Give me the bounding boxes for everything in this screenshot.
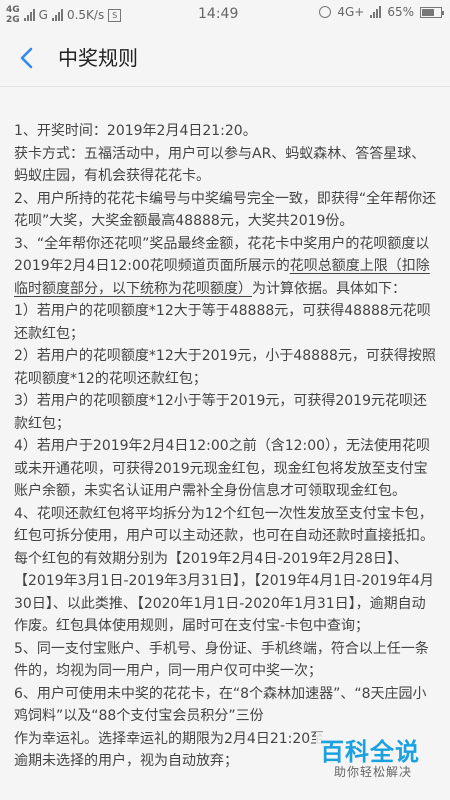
back-button[interactable] (14, 44, 42, 72)
media-icon: S (108, 8, 122, 22)
rule-paragraph: 2）若用户的花呗额度*12大于2019元，小于48888元，可获得按照花呗额度*… (14, 348, 436, 387)
signal-strength-icon-3 (370, 6, 382, 18)
battery-fill (422, 8, 434, 16)
status-bar: 4G 2G G 0.5K/s S 14:49 4G+ 65% (0, 0, 450, 30)
watermark-sub-text: 助你轻松解决 (334, 765, 413, 779)
watermark-main-text: 百科全说 (320, 738, 420, 766)
carrier-icon: G (38, 8, 48, 22)
rules-text: 1、开奖时间：2019年2月4日21:20。 获卡方式：五福活动中，用户可以参与… (14, 120, 438, 773)
battery-percent: 65% (387, 5, 414, 19)
status-time: 14:49 (198, 6, 239, 22)
watermark-logo: 百科全说 助你轻松解决 (316, 732, 444, 784)
rule-text: 为计算依据。具体如下： (252, 280, 406, 297)
rule-paragraph: 获卡方式：五福活动中，用户可以参与AR、蚂蚁森林、答答星球、蚂蚁庄园，有机会获得… (14, 145, 426, 185)
network-speed: 0.5K/s (66, 8, 105, 22)
signal-strength-icon (23, 9, 35, 21)
status-left-group: 4G 2G G 0.5K/s S (6, 3, 122, 27)
rule-paragraph: 5、同一支付宝账户、手机号、身份证、手机终端，符合以上任一条件的，均视为同一用户… (14, 640, 429, 680)
network-type-right: 4G+ (337, 5, 365, 19)
chevron-left-icon (20, 47, 33, 69)
rule-paragraph: 4）若用户于2019年2月4日12:00之前（含12:00），无法使用花呗或未开… (14, 438, 431, 499)
rule-paragraph: 6、用户可使用未中奖的花花卡，在“8个森林加速器”、“8天庄园小鸡饲料”以及“8… (14, 685, 427, 725)
rule-paragraph: 3）若用户的花呗额度*12小于等于2019元，可获得2019元花呗还款红包； (14, 393, 427, 432)
network-type-2: 2G (6, 15, 20, 25)
rule-paragraph: 2、用户所持的花花卡编号与中奖编号完全一致，即获得“全年帮你还花呗”大奖，大奖金… (14, 190, 437, 230)
navigation-bar: 中奖规则 (0, 30, 450, 87)
alarm-icon (319, 6, 332, 18)
rule-paragraph: 1）若用户的花呗额度*12大于等于48888元，可获得48888元花呗还款红包； (14, 303, 431, 342)
status-right-group: 4G+ 65% (319, 5, 444, 19)
network-type-stack: 4G 2G (6, 5, 20, 25)
page-title: 中奖规则 (58, 46, 138, 70)
battery-icon (420, 6, 444, 18)
rule-paragraph: 3、“全年帮你还花呗”奖品最终金额，花花卡中奖用户的花呗额度以2019年2月4日… (14, 233, 438, 301)
rules-content[interactable]: 1、开奖时间：2019年2月4日21:20。 获卡方式：五福活动中，用户可以参与… (0, 120, 450, 800)
rule-paragraph: 1、开奖时间：2019年2月4日21:20。 (14, 123, 257, 139)
rule-paragraph: 4、花呗还款红包将平均拆分为12个红包一次性发放至支付宝卡包，红包可拆分使用，用… (14, 505, 434, 635)
signal-strength-icon-2 (51, 9, 63, 21)
network-type-1: 4G (6, 5, 20, 15)
